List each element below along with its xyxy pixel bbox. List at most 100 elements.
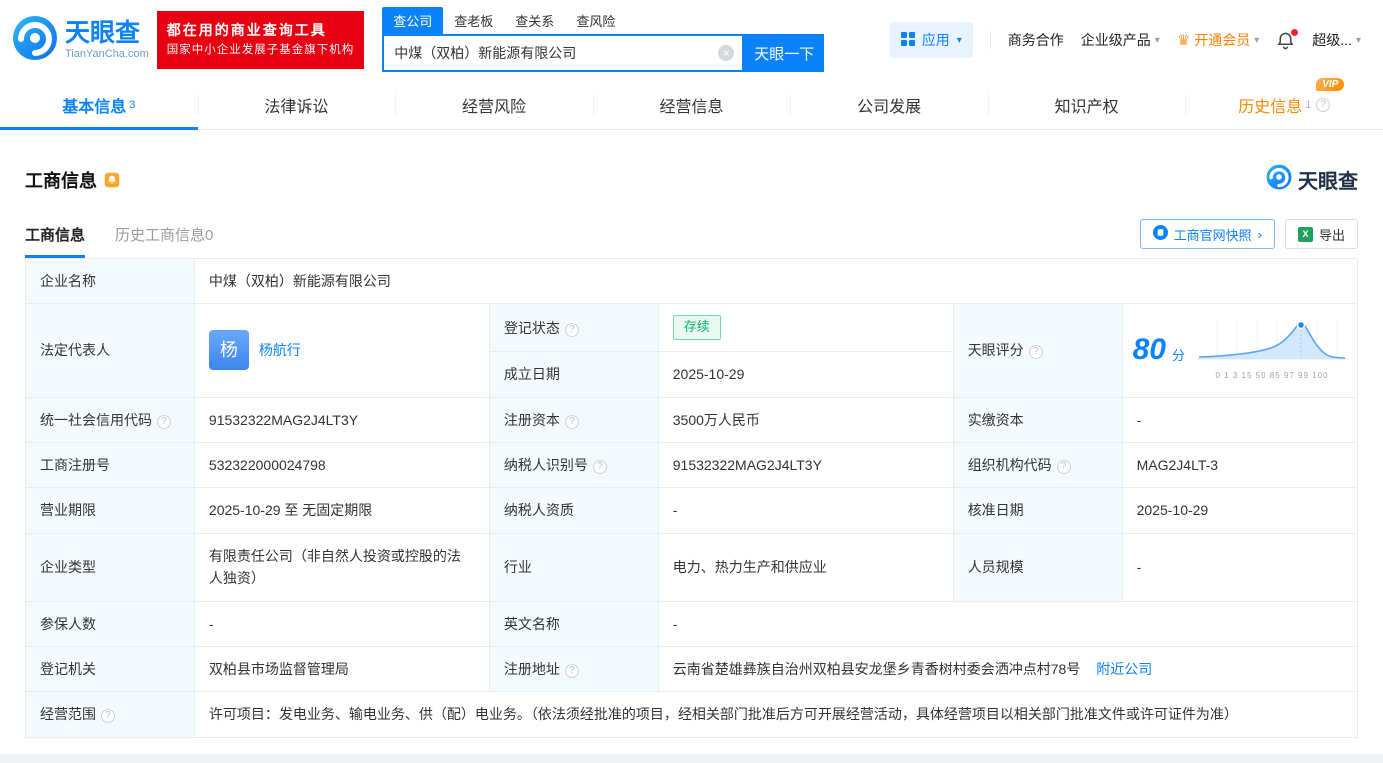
chevron-down-icon: ▾ xyxy=(1254,35,1259,46)
field-value-paid-capital: - xyxy=(1122,397,1357,442)
business-info-table: 企业名称 中煤（双柏）新能源有限公司 法定代表人 杨 杨航行 登记状态? 存续 xyxy=(25,258,1358,738)
notification-dot xyxy=(1291,29,1298,36)
search-input[interactable] xyxy=(384,36,742,70)
tab-company-development[interactable]: 公司发展 xyxy=(790,80,988,129)
search-tab-company[interactable]: 查公司 xyxy=(382,7,443,34)
field-value-reg-authority: 双柏县市场监督管理局 xyxy=(194,646,489,691)
tianyancha-swirl-icon xyxy=(1266,164,1292,195)
help-icon[interactable]: ? xyxy=(1057,460,1071,474)
field-label-reg-authority: 登记机关 xyxy=(26,646,195,691)
field-label-reg-address: 注册地址? xyxy=(489,646,658,691)
score-value: 80 xyxy=(1133,326,1166,374)
tab-basic-info[interactable]: 基本信息 3 xyxy=(0,80,198,129)
brand-name: 天眼查 xyxy=(65,20,149,48)
help-icon[interactable]: ? xyxy=(565,415,579,429)
tab-operating-risk[interactable]: 经营风险 xyxy=(395,80,593,129)
menu-divider xyxy=(990,31,991,49)
tab-intellectual-property[interactable]: 知识产权 xyxy=(988,80,1186,129)
top-header: 天眼查 TianYanCha.com 都在用的商业查询工具 国家中小企业发展子基… xyxy=(0,0,1383,80)
chevron-down-icon: ▾ xyxy=(1155,35,1160,46)
promo-banner: 都在用的商业查询工具 国家中小企业发展子基金旗下机构 xyxy=(157,11,365,69)
official-snapshot-button[interactable]: 工商官网快照 › xyxy=(1140,219,1275,249)
field-value-credit-code: 91532322MAG2J4LT3Y xyxy=(194,397,489,442)
help-icon[interactable]: ? xyxy=(1029,345,1043,359)
tab-history-info[interactable]: 历史信息 1 ? VIP xyxy=(1185,80,1383,129)
monitor-bell-icon[interactable] xyxy=(104,172,120,188)
field-value-business-term: 2025-10-29 至 无固定期限 xyxy=(194,488,489,533)
field-value-establish-date: 2025-10-29 xyxy=(658,352,953,397)
enterprise-products-menu[interactable]: 企业级产品 ▾ xyxy=(1081,30,1160,50)
search-tab-relation[interactable]: 查关系 xyxy=(504,7,565,34)
tianyancha-logo[interactable]: 天眼查 TianYanCha.com xyxy=(12,15,149,66)
apps-menu[interactable]: 应用 ▾ xyxy=(890,22,973,58)
apps-label: 应用 xyxy=(922,30,950,50)
field-value-reg-status: 存续 xyxy=(658,304,953,352)
field-label-reg-capital: 注册资本? xyxy=(489,397,658,442)
field-label-score: 天眼评分? xyxy=(953,304,1122,397)
chevron-right-icon: › xyxy=(1258,227,1262,242)
search-tab-risk[interactable]: 查风险 xyxy=(565,7,626,34)
search-button[interactable]: 天眼一下 xyxy=(744,34,824,72)
main-content: 工商信息 天眼查 工商信息 历史工商信息0 xyxy=(0,164,1383,738)
field-label-taxpayer-quality: 纳税人资质 xyxy=(489,488,658,533)
field-label-company-type: 企业类型 xyxy=(26,533,195,601)
field-value-legal-rep: 杨 杨航行 xyxy=(194,304,489,397)
help-icon[interactable]: ? xyxy=(565,664,579,678)
search-tab-boss[interactable]: 查老板 xyxy=(443,7,504,34)
promo-line1: 都在用的商业查询工具 xyxy=(167,20,355,42)
help-icon[interactable]: ? xyxy=(1316,98,1330,112)
field-label-industry: 行业 xyxy=(489,533,658,601)
field-value-taxpayer-quality: - xyxy=(658,488,953,533)
field-label-credit-code: 统一社会信用代码? xyxy=(26,397,195,442)
snapshot-icon xyxy=(1153,225,1168,243)
open-vip-link[interactable]: ♛ 开通会员 ▾ xyxy=(1177,30,1259,50)
legal-rep-link[interactable]: 杨航行 xyxy=(259,339,301,361)
help-icon[interactable]: ? xyxy=(565,323,579,337)
tab-badge: 1 xyxy=(1305,99,1311,111)
business-cooperation-link[interactable]: 商务合作 xyxy=(1008,30,1064,50)
help-icon[interactable]: ? xyxy=(157,415,171,429)
section-title: 工商信息 xyxy=(25,167,97,193)
subtab-business-info[interactable]: 工商信息 xyxy=(25,224,85,258)
subtab-history-business-info[interactable]: 历史工商信息0 xyxy=(115,224,213,258)
score-unit: 分 xyxy=(1172,346,1185,367)
promo-line2: 国家中小企业发展子基金旗下机构 xyxy=(167,42,355,60)
field-label-business-term: 营业期限 xyxy=(26,488,195,533)
field-value-reg-address: 云南省楚雄彝族自治州双柏县安龙堡乡青香树村委会洒冲点村78号 附近公司 xyxy=(658,646,1357,691)
tianyancha-swirl-icon xyxy=(12,15,58,66)
tianyancha-watermark: 天眼查 xyxy=(1266,164,1358,195)
clear-search-icon[interactable]: × xyxy=(718,45,734,61)
status-badge: 存续 xyxy=(673,315,721,340)
score-distribution-chart: 0 1 3 15 50 85 97 99 100 xyxy=(1197,318,1347,382)
notifications-bell-icon[interactable] xyxy=(1276,31,1295,50)
top-menu: 应用 ▾ 商务合作 企业级产品 ▾ ♛ 开通会员 ▾ 超级... ▾ xyxy=(890,22,1361,58)
score-axis-labels: 0 1 3 15 50 85 97 99 100 xyxy=(1197,370,1347,383)
chevron-down-icon: ▾ xyxy=(957,35,962,46)
excel-icon: X xyxy=(1298,227,1313,242)
help-icon[interactable]: ? xyxy=(593,460,607,474)
field-label-company-name: 企业名称 xyxy=(26,259,195,304)
field-label-reg-status: 登记状态? xyxy=(489,304,658,352)
super-vip-menu[interactable]: 超级... ▾ xyxy=(1312,30,1361,50)
search-box: × xyxy=(382,34,744,72)
field-value-insured-count: - xyxy=(194,601,489,646)
field-value-taxpayer-id: 91532322MAG2J4LT3Y xyxy=(658,442,953,487)
page-bottom-strip xyxy=(0,754,1383,763)
field-value-company-name: 中煤（双柏）新能源有限公司 xyxy=(194,259,1357,304)
legal-rep-avatar[interactable]: 杨 xyxy=(209,330,249,370)
tab-operating-info[interactable]: 经营信息 xyxy=(593,80,791,129)
tab-legal-proceedings[interactable]: 法律诉讼 xyxy=(198,80,396,129)
field-label-reg-number: 工商注册号 xyxy=(26,442,195,487)
field-value-business-scope: 许可项目：发电业务、输电业务、供（配）电业务。（依法须经批准的项目，经相关部门批… xyxy=(194,692,1357,737)
table-row: 统一社会信用代码? 91532322MAG2J4LT3Y 注册资本? 3500万… xyxy=(26,397,1358,442)
table-row: 登记机关 双柏县市场监督管理局 注册地址? 云南省楚雄彝族自治州双柏县安龙堡乡青… xyxy=(26,646,1358,691)
tab-badge: 3 xyxy=(129,99,135,111)
nearby-companies-link[interactable]: 附近公司 xyxy=(1096,661,1152,677)
company-nav-tabs: 基本信息 3 法律诉讼 经营风险 经营信息 公司发展 知识产权 历史信息 1 ?… xyxy=(0,80,1383,130)
grid-icon xyxy=(901,32,915,49)
field-value-staff-size: - xyxy=(1122,533,1357,601)
export-button[interactable]: X 导出 xyxy=(1285,219,1358,249)
brand-domain: TianYanCha.com xyxy=(65,48,149,60)
help-icon[interactable]: ? xyxy=(101,709,115,723)
field-value-score: 80 分 xyxy=(1122,304,1357,397)
